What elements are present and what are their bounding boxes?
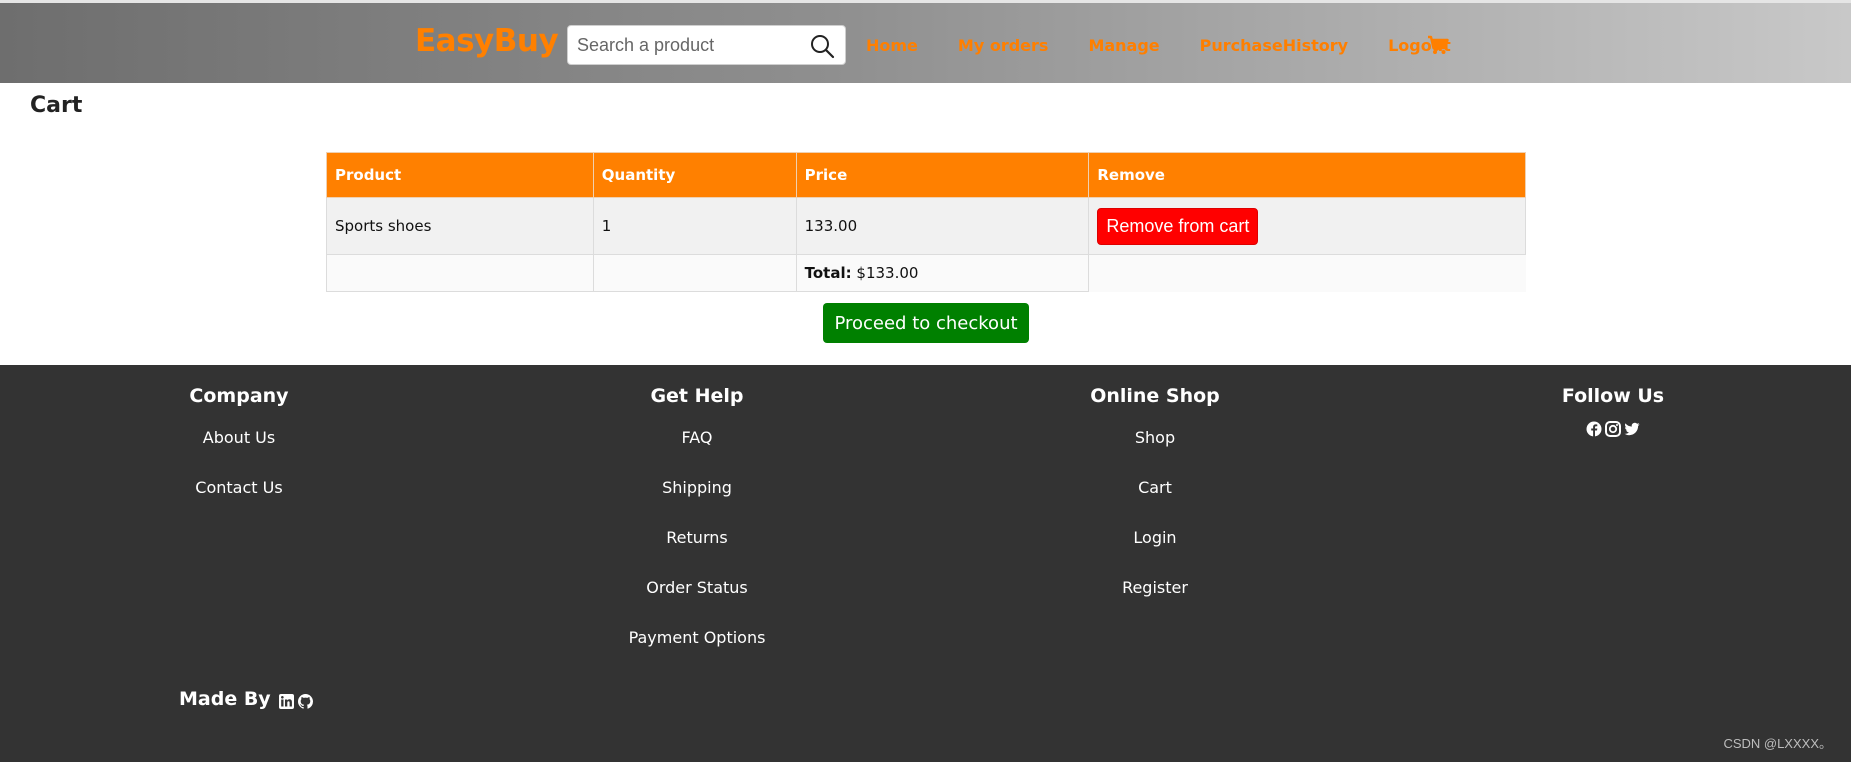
footer-link-login[interactable]: Login	[1005, 525, 1305, 575]
nav-manage[interactable]: Manage	[1088, 36, 1159, 55]
total-label: Total:	[804, 264, 852, 282]
social-icons	[1463, 421, 1763, 437]
cell-total: Total: $133.00	[795, 254, 1090, 292]
footer-link-shop[interactable]: Shop	[1005, 425, 1305, 475]
footer-link-faq[interactable]: FAQ	[547, 425, 847, 475]
remove-from-cart-button[interactable]: Remove from cart	[1097, 207, 1259, 245]
total-row: Total: $133.00	[326, 254, 1526, 292]
nav-purchase-history[interactable]: PurchaseHistory	[1200, 36, 1348, 55]
made-by: Made By	[179, 688, 313, 710]
footer-link-contact-us[interactable]: Contact Us	[89, 475, 389, 525]
nav-my-orders[interactable]: My orders	[958, 36, 1049, 55]
column-header-price: Price	[795, 152, 1090, 198]
footer-follow-title: Follow Us	[1561, 385, 1665, 407]
footer-company-title: Company	[189, 385, 289, 407]
cart-table: Product Quantity Price Remove Sports sho…	[326, 152, 1526, 292]
table-header-row: Product Quantity Price Remove	[326, 152, 1526, 198]
footer-follow-column: Follow Us	[1463, 385, 1763, 437]
github-icon[interactable]	[297, 692, 313, 709]
total-value: $133.00	[856, 264, 919, 282]
cell-empty	[1088, 254, 1526, 292]
proceed-to-checkout-button[interactable]: Proceed to checkout	[823, 303, 1029, 343]
made-by-label: Made By	[179, 688, 271, 710]
footer-link-cart[interactable]: Cart	[1005, 475, 1305, 525]
footer-link-register[interactable]: Register	[1005, 575, 1305, 625]
footer-link-shipping[interactable]: Shipping	[547, 475, 847, 525]
search-box	[567, 25, 846, 65]
cell-empty	[326, 254, 594, 292]
made-by-icons	[278, 692, 313, 709]
column-header-quantity: Quantity	[592, 152, 797, 198]
footer-link-payment-options[interactable]: Payment Options	[547, 625, 847, 675]
page-title: Cart	[30, 93, 83, 118]
twitter-icon[interactable]	[1624, 421, 1640, 437]
watermark: CSDN @LXXXX。	[1723, 736, 1832, 751]
search-icon[interactable]	[809, 33, 835, 59]
top-navbar: EasyBuy Home My orders Manage PurchaseHi…	[0, 0, 1851, 83]
facebook-icon[interactable]	[1586, 421, 1602, 437]
cell-product: Sports shoes	[326, 197, 594, 255]
shopping-cart-icon[interactable]	[1427, 35, 1449, 55]
brand-logo[interactable]: EasyBuy	[415, 23, 559, 59]
footer-help-title: Get Help	[650, 385, 744, 407]
footer-link-about-us[interactable]: About Us	[89, 425, 389, 475]
footer-company-column: Company About Us Contact Us	[89, 385, 389, 525]
footer-link-returns[interactable]: Returns	[547, 525, 847, 575]
cell-quantity: 1	[592, 197, 797, 255]
footer-shop-column: Online Shop Shop Cart Login Register	[1005, 385, 1305, 625]
footer-link-order-status[interactable]: Order Status	[547, 575, 847, 625]
column-header-product: Product	[326, 152, 594, 198]
column-header-remove: Remove	[1088, 152, 1526, 198]
nav-home[interactable]: Home	[866, 36, 918, 55]
table-row: Sports shoes 1 133.00 Remove from cart	[326, 197, 1526, 255]
footer-shop-title: Online Shop	[1090, 385, 1220, 407]
cell-remove: Remove from cart	[1088, 197, 1526, 255]
footer: Company About Us Contact Us Get Help FAQ…	[0, 365, 1851, 762]
cell-empty	[592, 254, 797, 292]
footer-help-column: Get Help FAQ Shipping Returns Order Stat…	[547, 385, 847, 675]
nav-links: Home My orders Manage PurchaseHistory Lo…	[866, 36, 1491, 55]
search-input[interactable]	[568, 27, 798, 63]
instagram-icon[interactable]	[1605, 421, 1621, 437]
linkedin-icon[interactable]	[278, 692, 294, 709]
cell-price: 133.00	[795, 197, 1090, 255]
